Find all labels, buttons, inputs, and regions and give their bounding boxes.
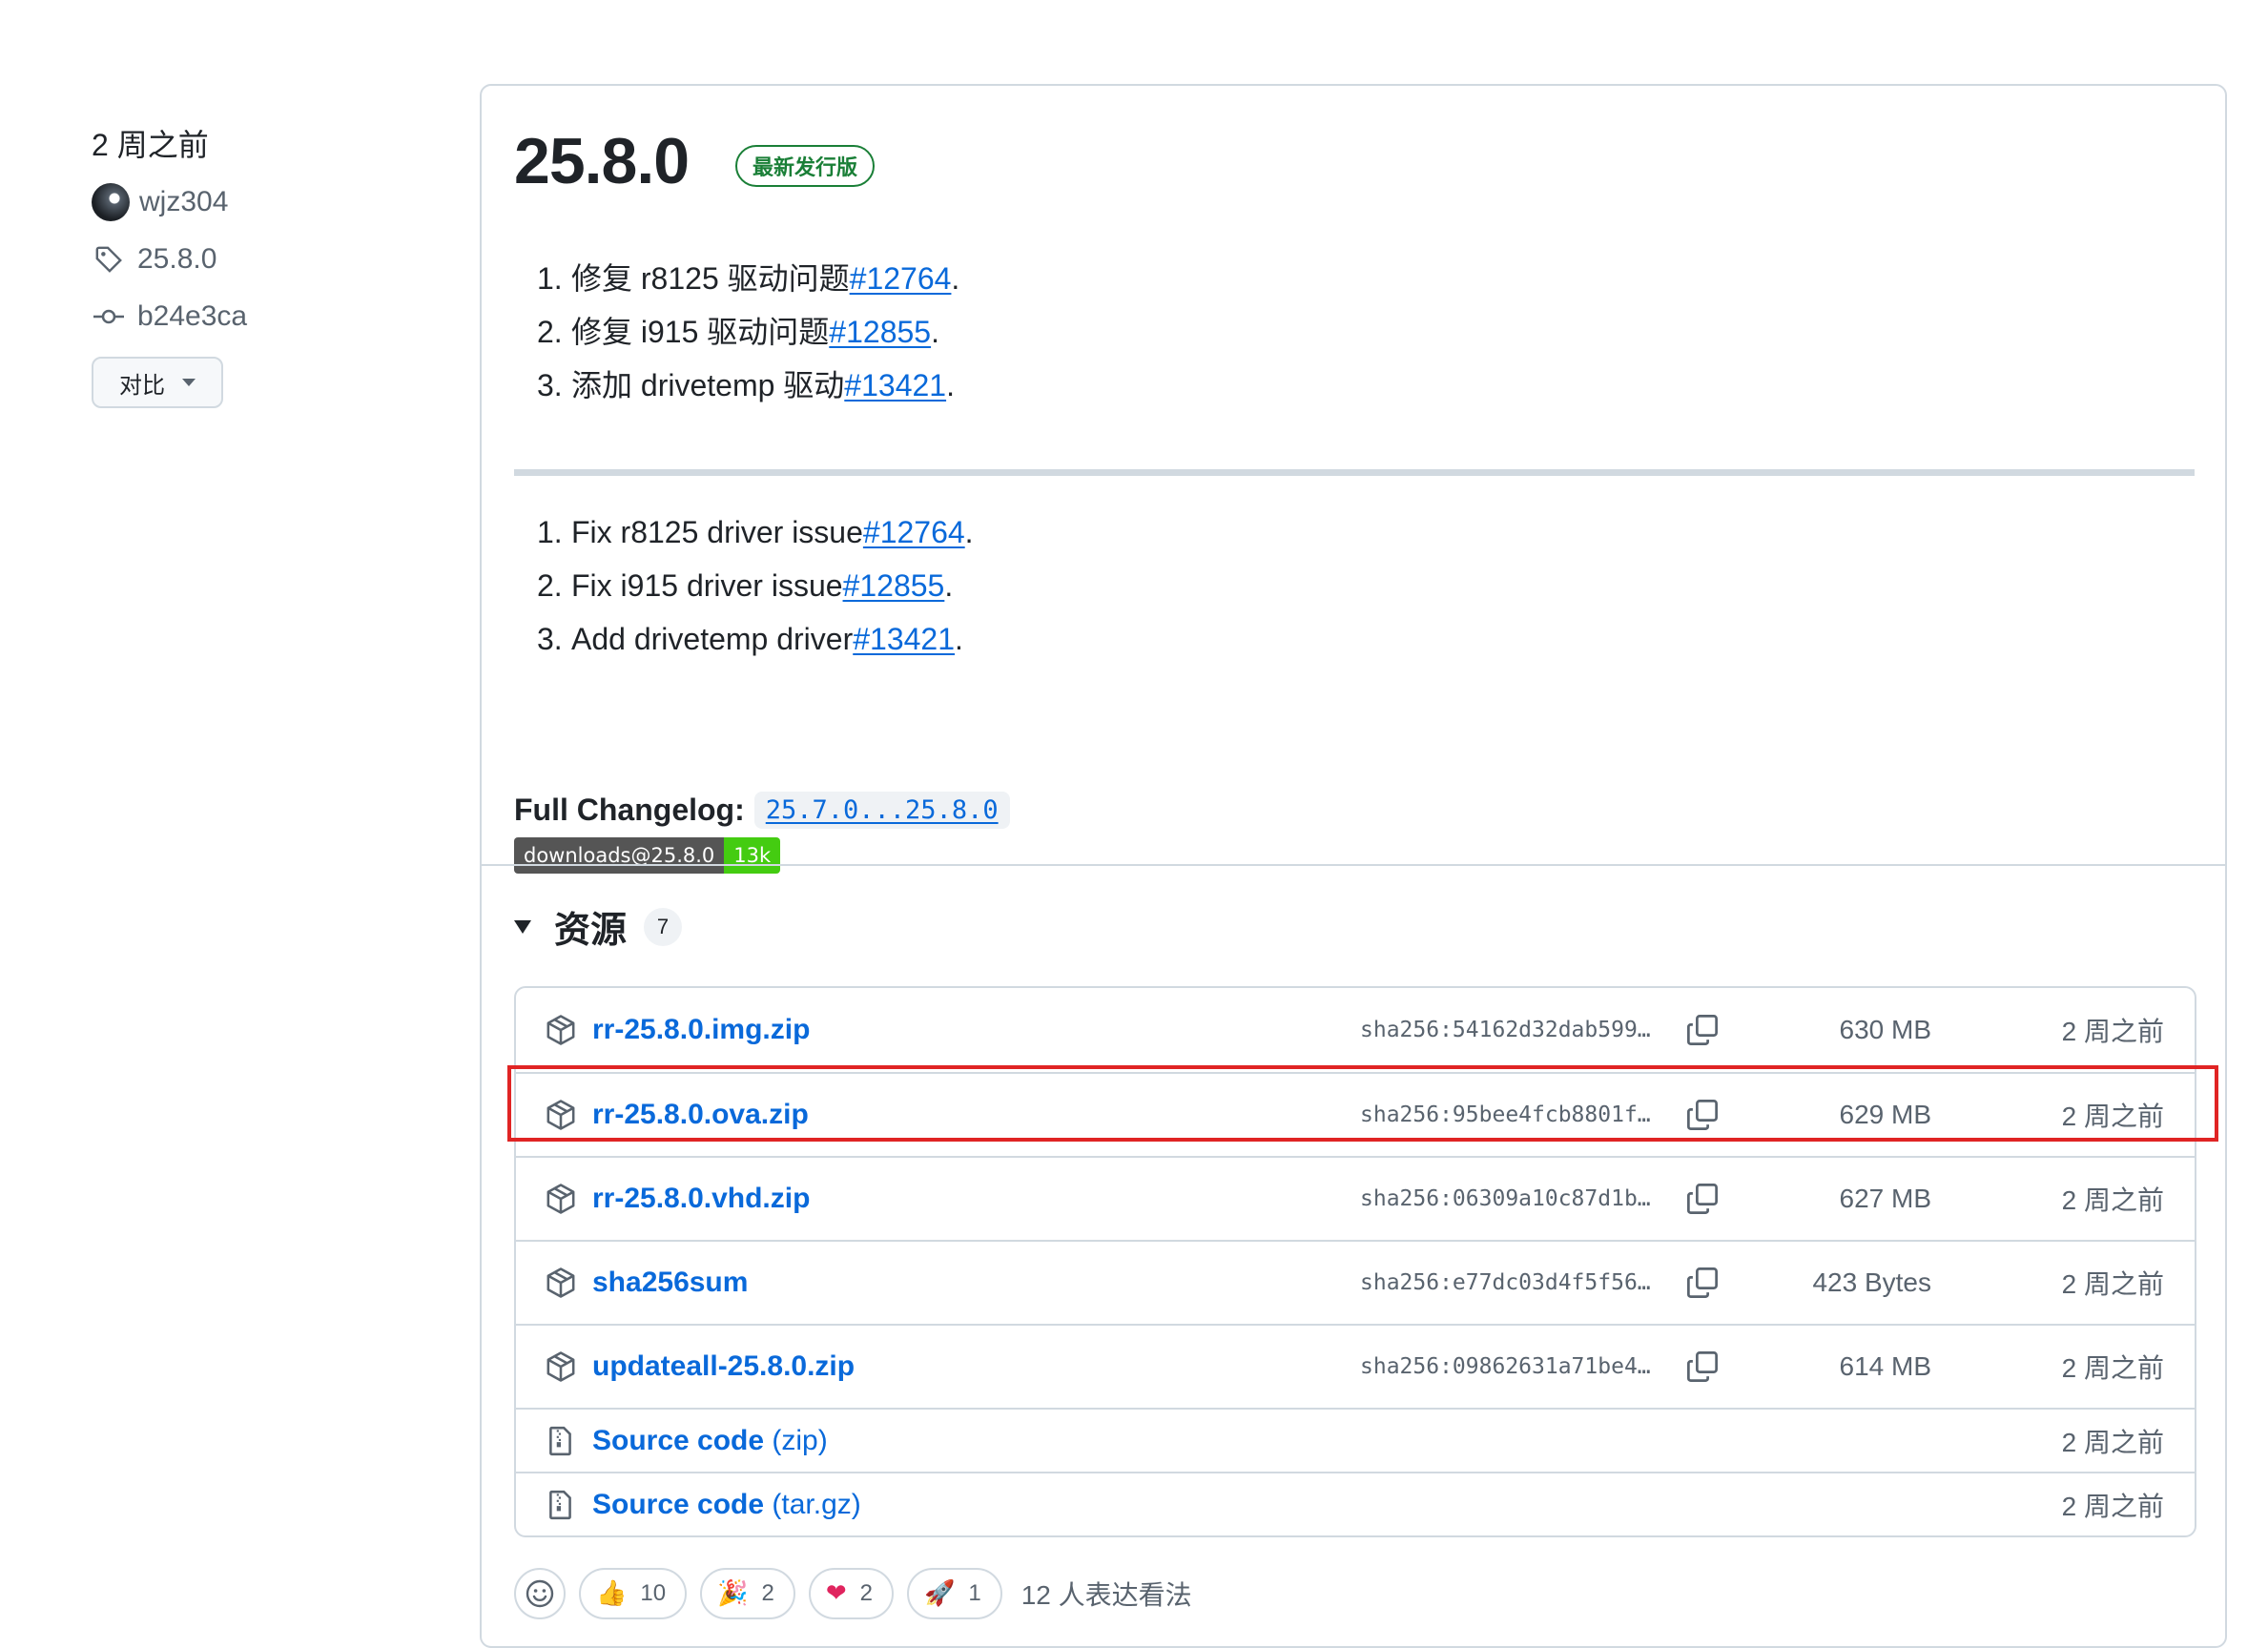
asset-sha: sha256:06309a10c87d1b… xyxy=(1360,1186,1651,1211)
asset-link[interactable]: rr-25.8.0.vhd.zip xyxy=(592,1183,810,1215)
asset-row: rr-25.8.0.img.zip sha256:54162d32dab599…… xyxy=(516,988,2195,1072)
package-icon xyxy=(546,1267,575,1298)
section-divider xyxy=(514,469,2195,476)
source-code-link[interactable]: Source code (zip) xyxy=(592,1425,828,1457)
issue-link[interactable]: #12855 xyxy=(843,559,945,612)
issue-link[interactable]: #12764 xyxy=(850,252,952,305)
highlight-annotation xyxy=(507,1065,2218,1142)
asset-time: 2 周之前 xyxy=(2061,1353,2164,1383)
asset-row: updateall-25.8.0.zip sha256:09862631a71b… xyxy=(516,1324,2195,1408)
asset-row: sha256sum sha256:e77dc03d4f5f56… 423 Byt… xyxy=(516,1240,2195,1324)
party-popper-icon: 🎉 xyxy=(717,1579,749,1608)
asset-link[interactable]: sha256sum xyxy=(592,1267,748,1299)
avatar xyxy=(92,183,130,221)
assets-count-badge: 7 xyxy=(644,907,683,946)
release-sidebar: 2 周之前 wjz304 25.8.0 b24e3ca 对比 xyxy=(92,126,406,408)
chevron-down-icon xyxy=(182,379,196,386)
package-icon xyxy=(546,1351,575,1382)
reactions-summary: 12 人表达看法 xyxy=(1021,1580,1192,1610)
release-title[interactable]: 25.8.0 xyxy=(514,124,690,198)
changelog-compare-link[interactable]: 25.7.0...25.8.0 xyxy=(753,792,1010,829)
asset-link[interactable]: updateall-25.8.0.zip xyxy=(592,1350,855,1383)
release-notes-en: 1. Fix r8125 driver issue #12764. 2. Fix i… xyxy=(537,505,974,666)
issue-link[interactable]: #12764 xyxy=(863,505,965,559)
asset-row: rr-25.8.0.vhd.zip sha256:06309a10c87d1b…… xyxy=(516,1156,2195,1240)
commit-hash: b24e3ca xyxy=(137,300,248,332)
note-item: 3. Add drivetemp driver #13421. xyxy=(537,612,974,666)
downloads-badge-label: downloads@25.8.0 xyxy=(514,837,725,874)
rocket-icon: 🚀 xyxy=(923,1579,956,1608)
asset-size: 614 MB xyxy=(1839,1351,1932,1381)
package-icon xyxy=(546,1184,575,1214)
file-zip-icon xyxy=(549,1426,571,1455)
compare-button[interactable]: 对比 xyxy=(92,357,223,408)
asset-link[interactable]: rr-25.8.0.img.zip xyxy=(592,1014,810,1046)
asset-time: 2 周之前 xyxy=(2061,1269,2164,1299)
note-item: 2. Fix i915 driver issue #12855. xyxy=(537,559,974,612)
copy-icon[interactable] xyxy=(1685,1349,1720,1384)
asset-time: 2 周之前 xyxy=(2061,1185,2164,1215)
downloads-badge-count: 13k xyxy=(724,837,781,874)
downloads-badge[interactable]: downloads@25.8.0 13k xyxy=(514,837,781,874)
copy-icon[interactable] xyxy=(1685,1266,1720,1300)
note-item: 1. Fix r8125 driver issue #12764. xyxy=(537,505,974,559)
add-reaction-button[interactable] xyxy=(514,1568,566,1619)
note-item: 1. 修复 r8125 驱动问题 #12764. xyxy=(537,252,959,305)
note-item: 2. 修复 i915 驱动问题 #12855. xyxy=(537,305,959,359)
author-name: wjz304 xyxy=(139,186,229,217)
reaction-heart[interactable]: ❤ 2 xyxy=(808,1568,894,1619)
release-time: 2 周之前 xyxy=(92,128,209,162)
tag-icon xyxy=(92,242,126,277)
asset-size: 627 MB xyxy=(1839,1184,1932,1213)
note-item: 3. 添加 drivetemp 驱动 #13421. xyxy=(537,359,959,412)
asset-time: 2 周之前 xyxy=(2061,1427,2164,1457)
commit-link[interactable]: b24e3ca xyxy=(92,298,406,336)
release-notes-zh: 1. 修复 r8125 驱动问题 #12764. 2. 修复 i915 驱动问题 #… xyxy=(537,252,959,412)
smiley-icon xyxy=(526,1579,554,1608)
author-link[interactable]: wjz304 xyxy=(92,183,406,221)
release-card: 25.8.0 最新发行版 1. 修复 r8125 驱动问题 #12764. 2. 修… xyxy=(480,84,2227,1648)
package-icon xyxy=(546,1015,575,1045)
source-code-link[interactable]: Source code (tar.gz) xyxy=(592,1489,861,1521)
tag-name: 25.8.0 xyxy=(137,243,217,275)
source-code-row: Source code (zip) 2 周之前 xyxy=(516,1408,2195,1472)
full-changelog: Full Changelog: 25.7.0...25.8.0 xyxy=(514,792,1010,829)
copy-icon[interactable] xyxy=(1685,1182,1720,1216)
latest-release-badge: 最新发行版 xyxy=(735,145,876,187)
asset-size: 630 MB xyxy=(1839,1015,1932,1044)
compare-label: 对比 xyxy=(119,372,165,399)
assets-title: 资源 xyxy=(554,911,628,951)
asset-size: 423 Bytes xyxy=(1812,1267,1931,1297)
thumbs-up-icon: 👍 xyxy=(596,1579,628,1608)
file-zip-icon xyxy=(549,1490,571,1519)
asset-sha: sha256:54162d32dab599… xyxy=(1360,1018,1651,1042)
reaction-rocket[interactable]: 🚀 1 xyxy=(906,1568,1002,1619)
triangle-down-icon xyxy=(514,919,531,934)
asset-time: 2 周之前 xyxy=(2061,1491,2164,1521)
heart-icon: ❤ xyxy=(825,1579,847,1608)
issue-link[interactable]: #13421 xyxy=(844,359,946,412)
asset-sha: sha256:09862631a71be4… xyxy=(1360,1354,1651,1379)
asset-sha: sha256:e77dc03d4f5f56… xyxy=(1360,1270,1651,1295)
issue-link[interactable]: #13421 xyxy=(853,612,955,666)
copy-icon[interactable] xyxy=(1685,1013,1720,1047)
changelog-label: Full Changelog: xyxy=(514,793,745,827)
issue-link[interactable]: #12855 xyxy=(829,305,931,359)
reaction-thumbs-up[interactable]: 👍 10 xyxy=(579,1568,688,1619)
asset-time: 2 周之前 xyxy=(2061,1017,2164,1046)
reaction-hooray[interactable]: 🎉 2 xyxy=(700,1568,795,1619)
commit-icon xyxy=(92,299,126,334)
source-code-row: Source code (tar.gz) 2 周之前 xyxy=(516,1472,2195,1535)
tag-link[interactable]: 25.8.0 xyxy=(92,240,406,278)
assets-toggle[interactable]: 资源 7 xyxy=(514,900,683,953)
reactions-bar: 👍 10 🎉 2 ❤ 2 🚀 1 12 人表达看法 xyxy=(514,1568,1192,1619)
assets-separator xyxy=(482,864,2225,866)
